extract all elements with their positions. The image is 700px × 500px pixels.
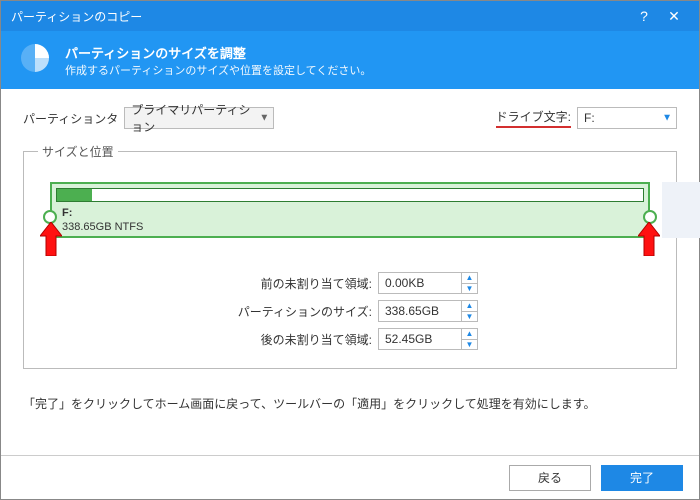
usage-fill	[57, 189, 92, 201]
finish-button[interactable]: 完了	[601, 465, 683, 491]
chevron-down-icon: ▼	[662, 113, 672, 124]
arrow-up-icon	[638, 222, 660, 256]
arrow-up-icon	[40, 222, 62, 256]
header: パーティションのサイズを調整 作成するパーティションのサイズや位置を設定してくだ…	[1, 31, 699, 89]
chevron-down-icon: ▼	[259, 113, 269, 124]
unalloc-after-input[interactable]: 52.45GB ▲▼	[378, 328, 478, 350]
partition-block[interactable]: F: 338.65GB NTFS	[50, 182, 650, 238]
back-button[interactable]: 戻る	[509, 465, 591, 491]
step-up-icon[interactable]: ▲	[462, 273, 477, 284]
footer: 戻る 完了	[1, 455, 699, 499]
fieldset-legend: サイズと位置	[38, 143, 118, 160]
drive-letter-value: F:	[584, 111, 595, 125]
usage-track	[56, 188, 644, 202]
unallocated-tail	[662, 182, 700, 238]
size-position-fieldset: サイズと位置 F: 338.65GB NTFS	[23, 143, 677, 369]
partition-size-input[interactable]: 338.65GB ▲▼	[378, 300, 478, 322]
step-down-icon[interactable]: ▼	[462, 312, 477, 322]
hint-text: 「完了」をクリックしてホーム画面に戻って、ツールバーの「適用」をクリックして処理…	[23, 395, 677, 412]
partition-size-value: 338.65GB	[385, 304, 439, 318]
unalloc-after-value: 52.45GB	[385, 332, 432, 346]
window-title: パーティションのコピー	[11, 8, 629, 25]
bar-info: 338.65GB NTFS	[62, 220, 143, 234]
partition-size-label: パーティションのサイズ:	[222, 303, 372, 320]
unalloc-before-value: 0.00KB	[385, 276, 424, 290]
partition-pie-icon	[19, 42, 51, 79]
step-up-icon[interactable]: ▲	[462, 301, 477, 312]
step-up-icon[interactable]: ▲	[462, 329, 477, 340]
partition-type-select[interactable]: プライマリパーティション ▼	[124, 107, 274, 129]
step-down-icon[interactable]: ▼	[462, 284, 477, 294]
drive-letter-label: ドライブ文字:	[496, 108, 571, 128]
close-icon[interactable]: ✕	[659, 8, 689, 25]
partition-type-label: パーティションタ	[23, 110, 118, 127]
unalloc-before-label: 前の未割り当て領域:	[222, 275, 372, 292]
unalloc-after-label: 後の未割り当て領域:	[222, 331, 372, 348]
partition-type-value: プライマリパーティション	[131, 101, 251, 135]
titlebar: パーティションのコピー ? ✕	[1, 1, 699, 31]
help-icon[interactable]: ?	[629, 8, 659, 24]
unalloc-before-input[interactable]: 0.00KB ▲▼	[378, 272, 478, 294]
drive-letter-select[interactable]: F: ▼	[577, 107, 677, 129]
step-down-icon[interactable]: ▼	[462, 340, 477, 350]
partition-bar: F: 338.65GB NTFS	[38, 182, 662, 254]
header-title: パーティションのサイズを調整	[65, 43, 371, 62]
bar-drive: F:	[62, 206, 143, 220]
header-subtitle: 作成するパーティションのサイズや位置を設定してください。	[65, 62, 371, 78]
